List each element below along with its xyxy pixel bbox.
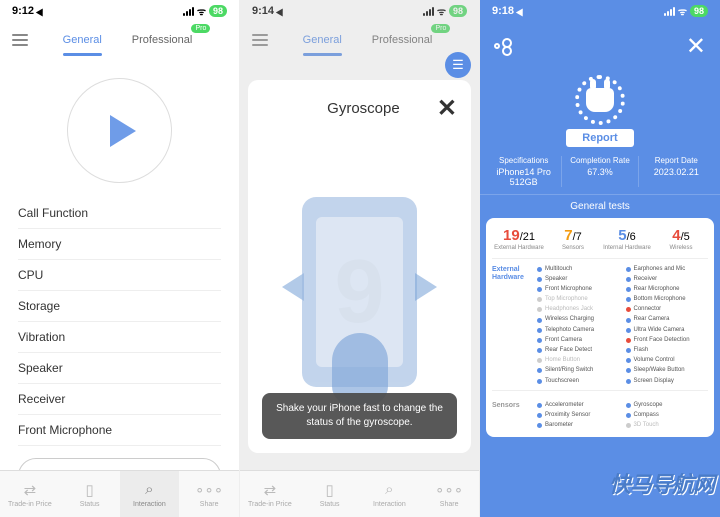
result-item: Wireless Charging [537, 315, 620, 325]
signal-icon [664, 7, 675, 16]
bottom-nav: ⇄Trade-in Price ▯Status ⌕Interaction ∘∘∘… [240, 470, 479, 517]
play-icon [110, 115, 136, 147]
menu-icon[interactable] [12, 34, 28, 46]
play-button[interactable] [67, 78, 172, 183]
section-title: General tests [480, 195, 720, 218]
bottom-nav: ⇄Trade-in Price ▯Status ⌕Interaction ∘∘∘… [0, 470, 239, 517]
result-item: 3D Touch [626, 421, 709, 431]
category-sensors: Sensors [492, 400, 537, 431]
tab-general[interactable]: General [63, 30, 102, 50]
nav-status[interactable]: ▯Status [300, 471, 360, 517]
phone-icon: ▯ [85, 481, 93, 499]
test-item[interactable]: Speaker [18, 353, 221, 384]
result-item: Compass [626, 410, 709, 420]
result-item: Accelerometer [537, 400, 620, 410]
gyroscope-modal: Gyroscope ✕ 9 Shake your iPhone fast to … [248, 80, 471, 453]
result-item: Front Camera [537, 335, 620, 345]
result-item: Rear Camera [626, 315, 709, 325]
test-item[interactable]: Front Microphone [18, 415, 221, 446]
signal-icon [183, 7, 194, 16]
result-item: Proximity Sensor [537, 410, 620, 420]
result-item: Multitouch [537, 264, 620, 274]
result-item: Top Microphone [537, 295, 620, 305]
result-item: Rear Face Detect [537, 346, 620, 356]
stat-internal: 5/6Internal Hardware [600, 227, 654, 251]
result-item: Barometer [537, 421, 620, 431]
result-item: Rear Microphone [626, 284, 709, 294]
test-item[interactable]: Storage [18, 291, 221, 322]
result-item: Telephoto Camera [537, 325, 620, 335]
result-item: Home Button [537, 356, 620, 366]
arrow-left-icon [282, 273, 304, 301]
result-item: Receiver [626, 274, 709, 284]
location-icon [36, 6, 46, 16]
toast-message: Shake your iPhone fast to change the sta… [262, 393, 457, 439]
status-bar: 9:12 ᯤ 98 [0, 0, 239, 22]
nav-share[interactable]: ∘∘∘Share [419, 471, 479, 517]
trade-icon: ⇄ [24, 481, 37, 499]
result-item: Sleep/Wake Button [626, 366, 709, 376]
result-item: Earphones and Mic [626, 264, 709, 274]
stat-wireless: 4/5Wireless [654, 227, 708, 251]
time: 9:18 [492, 5, 514, 17]
share-icon: ∘∘∘ [435, 481, 463, 499]
result-item: Volume Control [626, 356, 709, 366]
test-item[interactable]: Call Function [18, 198, 221, 229]
time: 9:12 [12, 5, 34, 17]
bunny-icon [575, 75, 625, 125]
test-item[interactable]: Vibration [18, 322, 221, 353]
battery-icon: 98 [690, 5, 708, 17]
stat-external: 19/21External Hardware [492, 227, 546, 251]
battery-icon: 98 [209, 5, 227, 17]
result-item: Headphones Jack [537, 305, 620, 315]
nav-interaction[interactable]: ⌕Interaction [120, 471, 180, 517]
share-icon[interactable] [494, 38, 512, 56]
result-item: Flash [626, 346, 709, 356]
result-item: Ultra Wide Camera [626, 325, 709, 335]
nav-share[interactable]: ∘∘∘Share [179, 471, 239, 517]
close-icon[interactable]: ✕ [686, 32, 706, 61]
result-item: Gyroscope [626, 400, 709, 410]
search-icon: ⌕ [145, 481, 153, 499]
status-bar: 9:18 ᯤ 98 [480, 0, 720, 22]
test-item[interactable]: CPU [18, 260, 221, 291]
search-icon: ⌕ [385, 481, 393, 499]
phone-icon: ▯ [325, 481, 333, 499]
test-item[interactable]: Memory [18, 229, 221, 260]
result-item: Bottom Microphone [626, 295, 709, 305]
result-item: Touchscreen [537, 376, 620, 386]
share-icon: ∘∘∘ [195, 481, 223, 499]
fab-button[interactable]: ☰ [445, 52, 471, 78]
result-item: Connector [626, 305, 709, 315]
location-icon [516, 6, 526, 16]
test-item[interactable]: Receiver [18, 384, 221, 415]
report-badge: Report [480, 71, 720, 149]
report-card: 19/21External Hardware 7/7Sensors 5/6Int… [486, 218, 714, 437]
result-item: Front Face Detection [626, 335, 709, 345]
wifi-icon: ᯤ [197, 4, 206, 18]
result-item: Speaker [537, 274, 620, 284]
info-row: SpecificationsiPhone14 Pro 512GB Complet… [480, 149, 720, 195]
trade-icon: ⇄ [264, 481, 277, 499]
modal-title: Gyroscope [290, 100, 437, 117]
wifi-icon: ᯤ [678, 4, 687, 18]
close-icon[interactable]: ✕ [437, 94, 457, 123]
pro-badge: Pro [191, 24, 210, 33]
report-title: Report [566, 129, 633, 147]
tab-professional[interactable]: Professional Pro [132, 30, 193, 50]
arrow-right-icon [415, 273, 437, 301]
test-list: Call Function Memory CPU Storage Vibrati… [0, 198, 239, 446]
result-item: Front Microphone [537, 284, 620, 294]
result-item: Silent/Ring Switch [537, 366, 620, 376]
result-item: Screen Display [626, 376, 709, 386]
nav-interaction[interactable]: ⌕Interaction [360, 471, 420, 517]
stat-sensors: 7/7Sensors [546, 227, 600, 251]
category-external: External Hardware [492, 264, 537, 386]
nav-trade-in[interactable]: ⇄Trade-in Price [0, 471, 60, 517]
nav-trade-in[interactable]: ⇄Trade-in Price [240, 471, 300, 517]
nav-status[interactable]: ▯Status [60, 471, 120, 517]
